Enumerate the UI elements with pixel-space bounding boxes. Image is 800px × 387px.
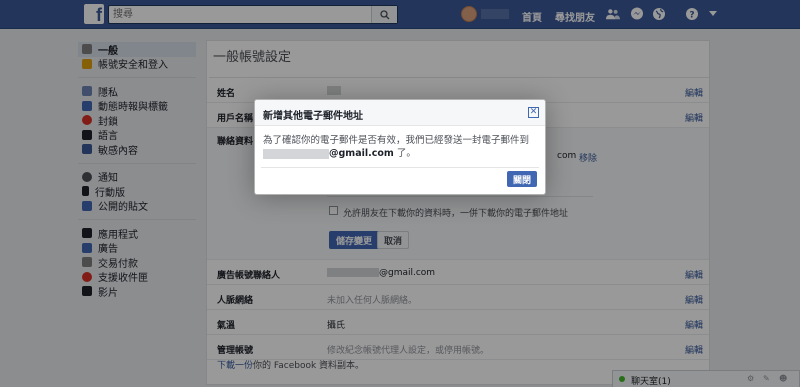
dialog-header: 新增其他電子郵件地址 ✕ (255, 100, 545, 126)
dialog-message-text: 為了確認你的電子郵件是否有效，我們已經發送一封電子郵件到 (263, 135, 530, 146)
add-email-dialog: 新增其他電子郵件地址 ✕ 為了確認你的電子郵件是否有效，我們已經發送一封電子郵件… (254, 99, 546, 195)
dialog-message: 為了確認你的電子郵件是否有效，我們已經發送一封電子郵件到 @gmail.com … (261, 126, 539, 168)
dialog-title: 新增其他電子郵件地址 (263, 111, 363, 122)
close-icon[interactable]: ✕ (528, 107, 539, 118)
close-button[interactable]: 關閉 (506, 171, 537, 187)
email-domain: @gmail.com (329, 148, 394, 159)
email-redacted (263, 148, 329, 159)
